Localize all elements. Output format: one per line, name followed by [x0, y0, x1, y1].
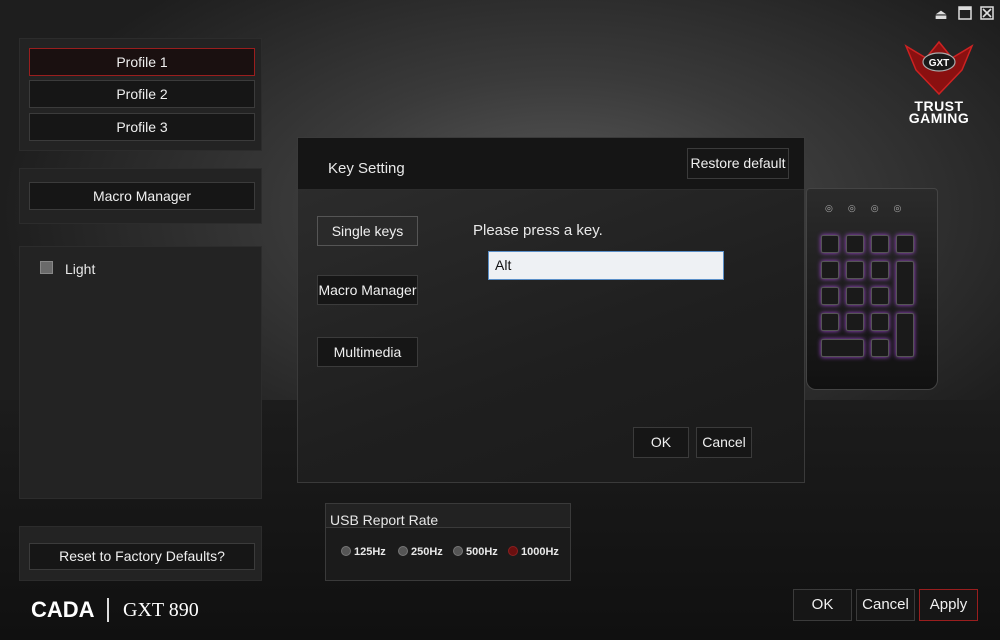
eject-icon[interactable]: ⏏: [933, 6, 949, 22]
light-checkbox[interactable]: [40, 261, 53, 274]
brand-divider: [107, 598, 109, 622]
logo-badge: GXT: [929, 58, 950, 69]
rate-option-500[interactable]: 500Hz: [453, 546, 498, 558]
keyboard-preview-image: ◎◎◎◎: [806, 188, 938, 390]
tab-single-keys[interactable]: Single keys: [317, 216, 418, 246]
macro-manager-button[interactable]: Macro Manager: [29, 182, 255, 210]
radio-icon: [398, 546, 408, 556]
usb-report-rate-panel: USB Report Rate: [325, 503, 571, 581]
profile-3-button[interactable]: Profile 3: [29, 113, 255, 141]
brand-name: CADA: [31, 597, 95, 622]
usb-report-rate-title: USB Report Rate: [330, 512, 439, 528]
profile-1-button[interactable]: Profile 1: [29, 48, 255, 76]
model-name: GXT 890: [123, 599, 199, 621]
restore-default-button[interactable]: Restore default: [687, 148, 789, 179]
reset-panel: Reset to Factory Defaults?: [19, 526, 262, 581]
ok-button[interactable]: OK: [793, 589, 852, 621]
radio-icon: [341, 546, 351, 556]
rate-option-1000[interactable]: 1000Hz: [508, 546, 559, 558]
rate-option-250[interactable]: 250Hz: [398, 546, 443, 558]
tab-multimedia[interactable]: Multimedia: [317, 337, 418, 367]
dialog-ok-button[interactable]: OK: [633, 427, 689, 458]
apply-button[interactable]: Apply: [919, 589, 978, 621]
light-label: Light: [65, 261, 96, 277]
dialog-title: Key Setting: [328, 160, 405, 177]
minimize-icon[interactable]: [957, 6, 973, 22]
macro-manager-panel: Macro Manager: [19, 168, 262, 224]
reset-factory-defaults-button[interactable]: Reset to Factory Defaults?: [29, 543, 255, 570]
profiles-panel: Profile 1 Profile 2 Profile 3: [19, 38, 262, 151]
radio-selected-icon: [508, 546, 518, 556]
key-prompt-text: Please press a key.: [473, 222, 603, 239]
logo-text: TRUST GAMING: [908, 98, 970, 126]
cancel-button[interactable]: Cancel: [856, 589, 915, 621]
key-input-field[interactable]: Alt: [488, 251, 724, 280]
light-panel: [19, 246, 262, 499]
radio-icon: [453, 546, 463, 556]
key-setting-dialog: Key Setting Restore default Single keys …: [297, 137, 805, 483]
close-icon[interactable]: [979, 6, 995, 22]
profile-2-button[interactable]: Profile 2: [29, 80, 255, 108]
rate-option-125[interactable]: 125Hz: [341, 546, 386, 558]
tab-macro-manager[interactable]: Macro Manager: [317, 275, 418, 305]
dialog-cancel-button[interactable]: Cancel: [696, 427, 752, 458]
